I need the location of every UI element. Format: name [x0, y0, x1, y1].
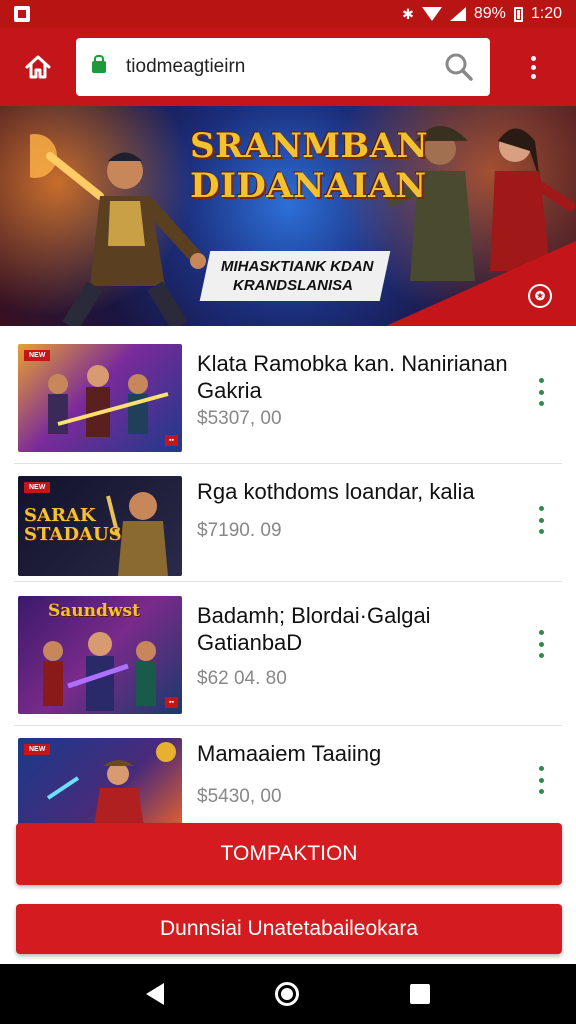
- list-item[interactable]: Saundwst ▪▪ Badamh; Blordai·Galgai Gatia…: [14, 582, 562, 726]
- item-title[interactable]: Rga kothdoms loandar, kalia: [197, 478, 527, 505]
- search-icon[interactable]: [444, 52, 474, 82]
- banner-emblem-icon[interactable]: ✪: [528, 284, 552, 308]
- home-icon: [25, 55, 51, 79]
- primary-action-button[interactable]: TOMPAKTION: [16, 823, 562, 885]
- banner-corner-accent: [386, 241, 576, 326]
- system-navigation-bar: [0, 964, 576, 1024]
- battery-icon: [513, 6, 523, 22]
- banner-tagline-line1: MIHASKTIANK KDAN: [220, 258, 374, 275]
- address-bar[interactable]: tiodmeagtieirn: [76, 38, 490, 96]
- item-price: $62 04. 80: [197, 668, 287, 689]
- banner-title-line2: DIDANAIAN: [190, 166, 427, 206]
- item-price: $5430, 00: [197, 786, 282, 807]
- item-thumbnail[interactable]: NEW: [18, 738, 182, 826]
- url-text[interactable]: tiodmeagtieirn: [126, 56, 444, 78]
- item-title[interactable]: Klata Ramobka kan. Nanirianan Gakria: [197, 350, 527, 404]
- banner-tagline: MIHASKTIANK KDAN KRANDSLANISA: [199, 251, 391, 301]
- item-thumbnail[interactable]: Saundwst ▪▪: [18, 596, 182, 714]
- more-vertical-icon[interactable]: [534, 506, 548, 534]
- back-icon[interactable]: [145, 983, 164, 1005]
- secondary-action-button[interactable]: Dunnsiai Unatetabaileokara: [16, 904, 562, 954]
- product-list: NEW ▪▪ Klata Ramobka kan. Nanirianan Gak…: [0, 330, 576, 856]
- bluetooth-icon: ✱: [402, 5, 414, 22]
- more-vertical-icon[interactable]: [534, 630, 548, 658]
- signal-icon: [449, 7, 466, 21]
- item-price: $5307, 00: [197, 408, 282, 429]
- corner-badge-icon: ▪▪: [165, 697, 178, 708]
- battery-percent: 89%: [473, 5, 506, 22]
- home-circle-icon[interactable]: [274, 982, 299, 1006]
- banner-tagline-line2: KRANDSLANISA: [232, 277, 353, 294]
- lock-icon: [92, 55, 106, 73]
- thumbnail-title: SARAK STADAUS: [24, 505, 122, 545]
- more-vertical-icon[interactable]: [534, 378, 548, 406]
- list-item[interactable]: NEW SARAK STADAUS Rga kothdoms loandar, …: [14, 464, 562, 582]
- recent-apps-icon[interactable]: [410, 984, 431, 1004]
- promo-banner[interactable]: SRANMBAN DIDANAIAN MIHASKTIANK KDAN KRAN…: [0, 106, 576, 326]
- new-badge: NEW: [24, 744, 51, 755]
- banner-title-line1: SRANMBAN: [190, 126, 429, 166]
- item-thumbnail[interactable]: NEW ▪▪: [18, 344, 182, 452]
- browser-toolbar: tiodmeagtieirn: [0, 28, 576, 106]
- corner-badge-icon: ▪▪: [165, 435, 178, 446]
- hero-warrior-illustration: [30, 134, 206, 326]
- thumbnail-title: Saundwst: [48, 601, 140, 621]
- item-title[interactable]: Mamaaiem Taaiing: [197, 740, 527, 767]
- status-bar: ✱ 89% 1:20: [0, 0, 576, 28]
- item-price: $7190. 09: [197, 520, 282, 541]
- item-title[interactable]: Badamh; Blordai·Galgai GatianbaD: [197, 602, 527, 656]
- banner-title: SRANMBAN DIDANAIAN: [190, 126, 429, 206]
- new-badge: NEW: [24, 350, 51, 361]
- list-item[interactable]: NEW ▪▪ Klata Ramobka kan. Nanirianan Gak…: [14, 330, 562, 464]
- item-thumbnail[interactable]: NEW SARAK STADAUS: [18, 476, 182, 576]
- new-badge: NEW: [24, 482, 51, 493]
- wifi-icon: [421, 7, 442, 21]
- more-vertical-icon[interactable]: [490, 28, 576, 106]
- more-vertical-icon[interactable]: [534, 766, 548, 794]
- status-indicators: ✱ 89% 1:20: [402, 5, 562, 23]
- home-button[interactable]: [0, 28, 76, 106]
- notification-app-icon: [14, 6, 30, 22]
- clock: 1:20: [530, 5, 562, 22]
